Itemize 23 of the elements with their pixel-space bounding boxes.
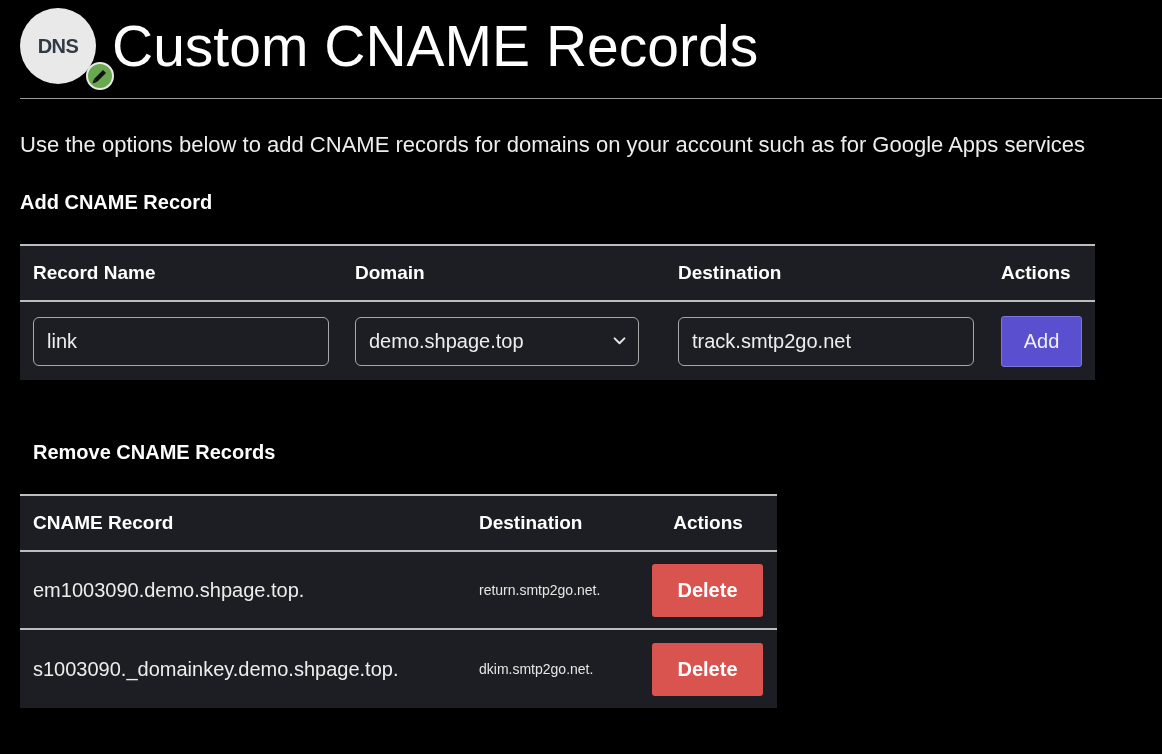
domain-select[interactable]: demo.shpage.top xyxy=(355,316,639,366)
column-header: Destination xyxy=(479,511,583,533)
column-header: Record Name xyxy=(33,261,156,283)
table-cell: em1003090.demo.shpage.top. xyxy=(33,579,305,601)
page-title: Custom CNAME Records xyxy=(112,13,759,80)
chevron-down-icon xyxy=(613,337,626,345)
column-header: Actions xyxy=(673,510,743,535)
delete-button[interactable]: Delete xyxy=(652,563,763,617)
column-header: CNAME Record xyxy=(33,511,174,533)
record-name-input[interactable]: link xyxy=(33,316,329,366)
destination-input[interactable]: track.smtp2go.net xyxy=(678,316,974,366)
column-header: Actions xyxy=(1001,261,1071,283)
section-heading: Add CNAME Record xyxy=(20,190,214,215)
section-heading: Remove CNAME Records xyxy=(33,440,277,465)
table-cell: return.smtp2go.net. xyxy=(479,582,601,598)
add-button[interactable]: Add xyxy=(1001,315,1082,367)
table-cell: dkim.smtp2go.net. xyxy=(479,661,594,677)
column-header: Domain xyxy=(355,261,425,283)
intro-text: Use the options below to add CNAME records for domains on your account such as for Google Apps services xyxy=(20,131,1087,159)
table-cell: s1003090._domainkey.demo.shpage.top. xyxy=(33,658,399,680)
logo-text: DNS xyxy=(37,36,79,56)
column-header: Destination xyxy=(678,261,782,283)
delete-button[interactable]: Delete xyxy=(652,642,763,696)
